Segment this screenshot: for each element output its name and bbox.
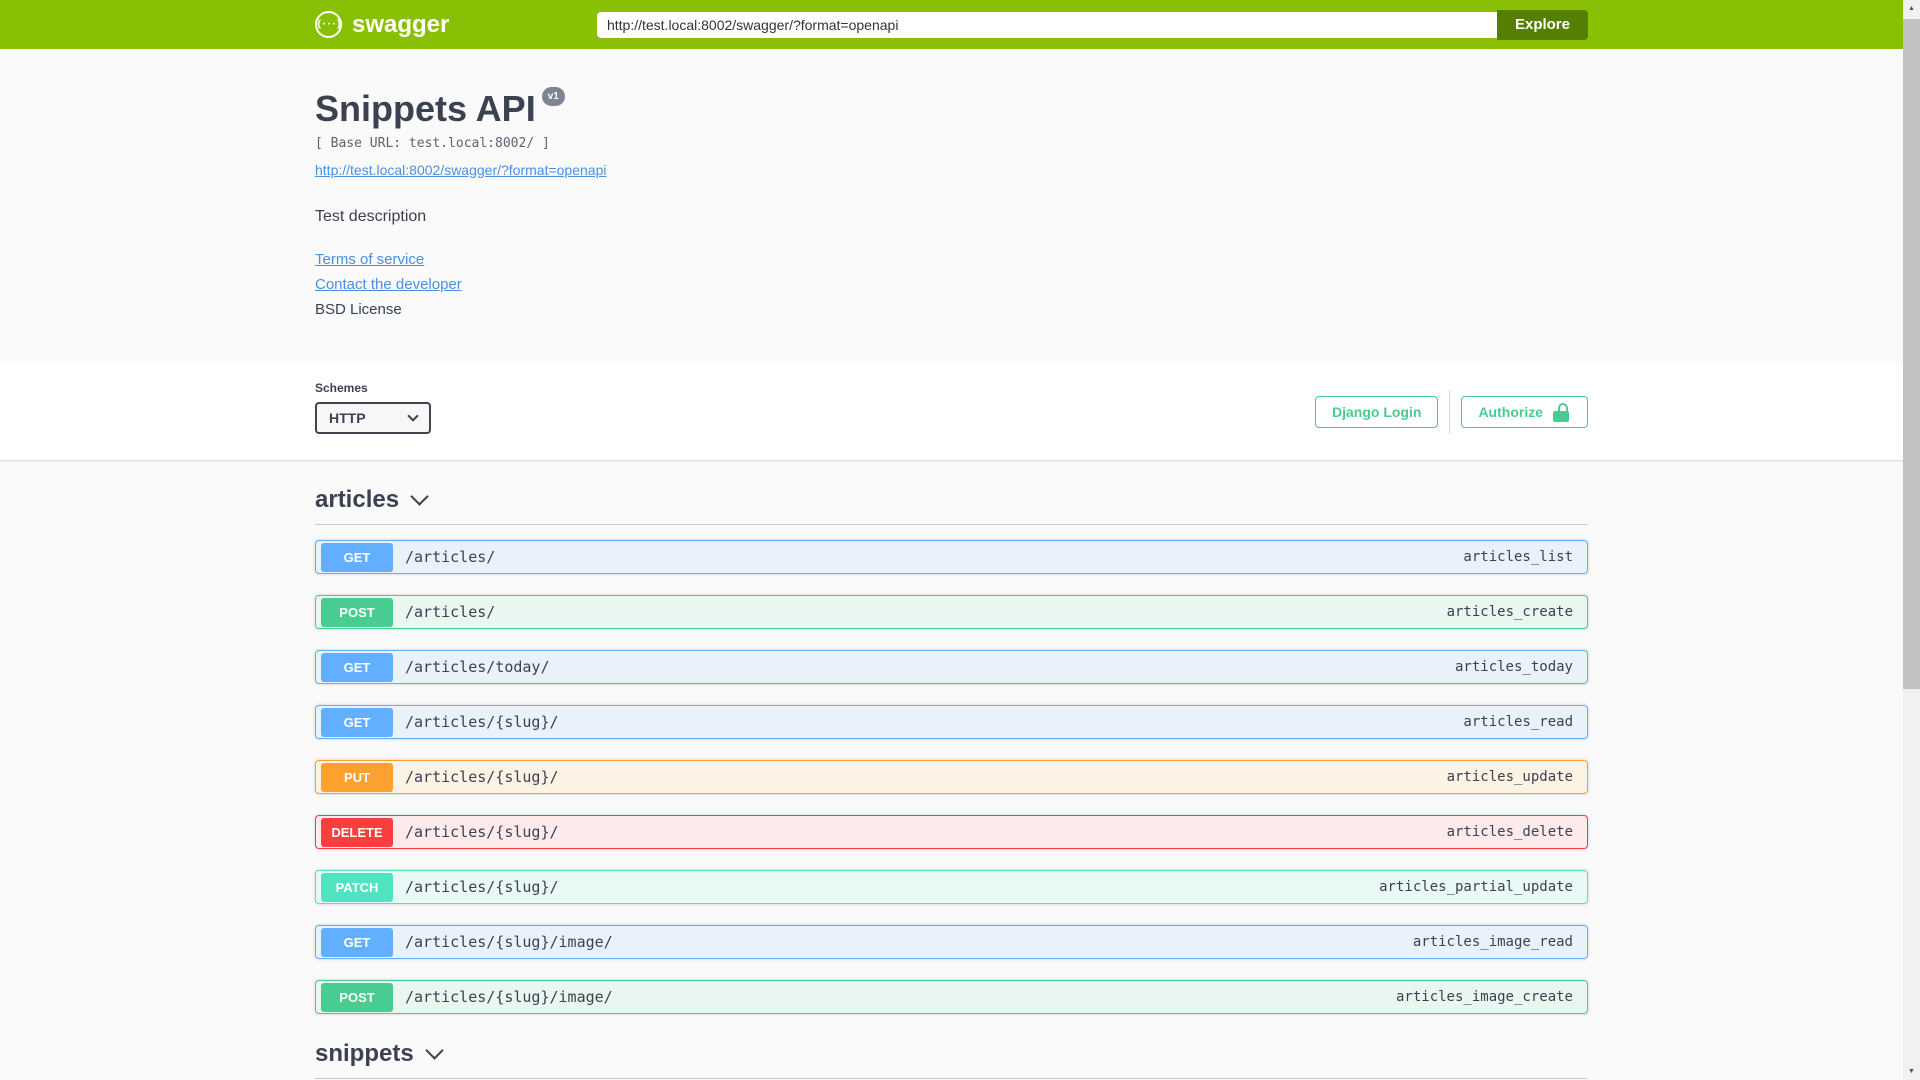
base-url: [ Base URL: test.local:8002/ ]: [315, 136, 550, 151]
operation-row[interactable]: POST /articles/{slug}/image/ articles_im…: [315, 980, 1588, 1014]
operation-path: /articles/today/: [405, 658, 550, 676]
chevron-down-icon: [424, 1041, 444, 1060]
scheme-selected-value: HTTP: [329, 410, 366, 426]
operation-id: articles_update: [1446, 769, 1573, 785]
explore-button[interactable]: Explore: [1496, 9, 1588, 40]
unlock-icon: [1553, 402, 1571, 422]
scrollbar[interactable]: ▲ ▼: [1903, 0, 1920, 1080]
authorize-label: Authorize: [1478, 404, 1543, 420]
operation-id: articles_list: [1463, 549, 1573, 565]
method-badge: POST: [321, 982, 393, 1012]
section-header[interactable]: articles: [315, 486, 1588, 525]
method-badge: PUT: [321, 762, 393, 792]
operation-path: /articles/{slug}/image/: [405, 933, 613, 951]
method-badge: GET: [321, 927, 393, 957]
authorize-button[interactable]: Authorize: [1461, 396, 1588, 428]
spec-url-input[interactable]: [596, 11, 1497, 38]
operation-id: articles_read: [1463, 714, 1573, 730]
schemes-label: Schemes: [315, 381, 368, 395]
chevron-down-icon: [410, 487, 429, 506]
scheme-container: Schemes HTTP Django Login Authorize: [0, 363, 1903, 460]
operation-row[interactable]: POST /articles/ articles_create: [315, 595, 1588, 629]
method-badge: GET: [321, 707, 393, 737]
operation-path: /articles/{slug}/: [405, 878, 559, 896]
brand-name: swagger: [352, 10, 450, 38]
swagger-logo-icon: {···}: [315, 11, 342, 38]
topbar: {···} swagger Explore: [0, 0, 1903, 49]
operation-path: /articles/: [405, 603, 496, 621]
section-title: snippets: [315, 1040, 414, 1067]
chevron-down-icon: [407, 410, 419, 422]
license-label: BSD License: [315, 301, 402, 318]
method-badge: GET: [321, 652, 393, 682]
operation-row[interactable]: GET /articles/{slug}/ articles_read: [315, 705, 1588, 739]
terms-of-service-link[interactable]: Terms of service: [315, 250, 1588, 269]
operation-row[interactable]: GET /articles/ articles_list: [315, 540, 1588, 574]
method-badge: DELETE: [321, 817, 393, 847]
method-badge: GET: [321, 542, 393, 572]
operation-row[interactable]: GET /articles/today/ articles_today: [315, 650, 1588, 684]
auth-divider: [1449, 390, 1451, 434]
operation-id: articles_image_create: [1395, 989, 1573, 1005]
operation-path: /articles/{slug}/: [405, 713, 559, 731]
download-url-wrapper: Explore: [596, 9, 1588, 40]
version-badge: v1: [541, 87, 565, 106]
method-badge: POST: [321, 597, 393, 627]
operation-row[interactable]: GET /articles/{slug}/image/ articles_ima…: [315, 925, 1588, 959]
operation-path: /articles/{slug}/image/: [405, 988, 613, 1006]
auth-wrapper: Django Login Authorize: [1315, 390, 1588, 434]
page-title: Snippets API: [315, 88, 536, 129]
info-section: Snippets API v1 [ Base URL: test.local:8…: [0, 49, 1903, 363]
operation-row[interactable]: DELETE /articles/{slug}/ articles_delete: [315, 815, 1588, 849]
section-header[interactable]: snippets: [315, 1040, 1588, 1079]
operation-id: articles_delete: [1446, 824, 1573, 840]
api-description: Test description: [315, 208, 427, 225]
operation-id: articles_create: [1446, 604, 1573, 620]
scroll-down-icon[interactable]: ▼: [1903, 1063, 1920, 1080]
operation-path: /articles/{slug}/: [405, 768, 559, 786]
contact-developer-link[interactable]: Contact the developer: [315, 275, 1588, 294]
operations-section: articles GET /articles/ articles_list PO…: [315, 486, 1588, 1014]
scrollbar-thumb[interactable]: [1903, 19, 1920, 689]
spec-link[interactable]: http://test.local:8002/swagger/?format=o…: [315, 162, 606, 178]
section-rows: GET /articles/ articles_list POST /artic…: [315, 540, 1588, 1014]
scheme-select[interactable]: HTTP: [315, 402, 431, 434]
operation-row[interactable]: PATCH /articles/{slug}/ articles_partial…: [315, 870, 1588, 904]
operations-sections: articles GET /articles/ articles_list PO…: [315, 486, 1588, 1080]
operation-path: /articles/: [405, 548, 496, 566]
operation-id: articles_image_read: [1412, 934, 1573, 950]
scroll-up-icon[interactable]: ▲: [1903, 0, 1920, 17]
operation-row[interactable]: PUT /articles/{slug}/ articles_update: [315, 760, 1588, 794]
section-title: articles: [315, 486, 400, 513]
django-login-label: Django Login: [1332, 404, 1422, 420]
operation-id: articles_today: [1454, 659, 1573, 675]
method-badge: PATCH: [321, 872, 393, 902]
operation-id: articles_partial_update: [1379, 879, 1573, 895]
operations-section: snippets GET /snippets/ snippets_list: [315, 1040, 1588, 1080]
django-login-button[interactable]: Django Login: [1315, 396, 1439, 428]
swagger-brand-link[interactable]: {···} swagger: [315, 11, 449, 39]
operation-path: /articles/{slug}/: [405, 823, 559, 841]
schemes-block: Schemes HTTP: [315, 381, 431, 434]
